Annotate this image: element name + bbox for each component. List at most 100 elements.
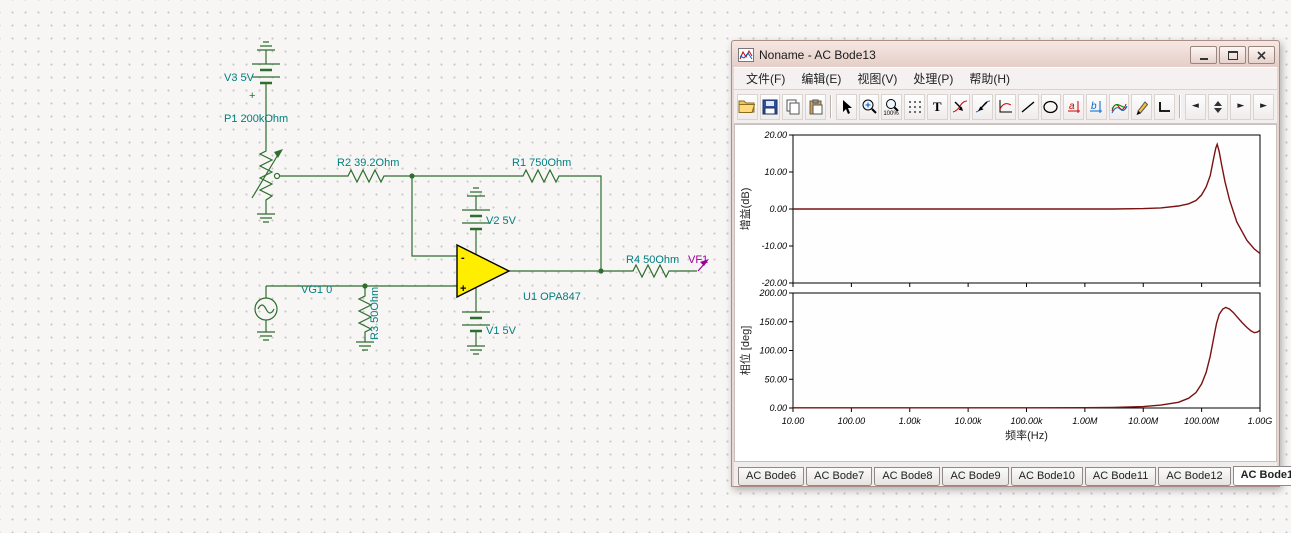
axes-icon (999, 99, 1013, 112)
probe-a-icon (953, 100, 968, 112)
junction-dot (362, 283, 368, 289)
spinner-icon (1214, 100, 1223, 113)
label-vg1: VG1 0 (301, 284, 332, 296)
axes-tool-button[interactable] (995, 93, 1016, 120)
annotation-pen-button[interactable] (1131, 93, 1153, 120)
svg-text:10.00: 10.00 (764, 167, 787, 177)
select-tool-button[interactable] (835, 93, 857, 120)
zoom-in-icon (862, 99, 877, 114)
resistor-r1[interactable] (520, 168, 562, 184)
resistor-r2[interactable] (345, 168, 387, 184)
prev-page-button[interactable]: ◄ (1184, 93, 1206, 120)
label-r2: R2 39.2Ohm (337, 157, 399, 169)
label-v1: V1 5V (486, 325, 517, 337)
circuit-schematic: - + V3 5V + P1 200kOhm R2 39.2Ohm R1 750… (224, 41, 709, 355)
chart-client-area: 20.00 10.00 0.00 -10.00 -20.00 增益(dB) 200.00 15… (734, 124, 1277, 462)
line-tool-icon (1021, 100, 1035, 113)
copy-button[interactable] (782, 93, 804, 120)
ellipse-tool-button[interactable] (1040, 93, 1062, 120)
opamp-minus-sign: - (461, 252, 465, 264)
svg-text:相位 [deg]: 相位 [deg] (738, 326, 752, 376)
curves-icon (1111, 103, 1128, 113)
cursor-a-button[interactable]: a (1063, 93, 1085, 120)
svg-text:100.00k: 100.00k (1010, 416, 1043, 426)
label-r1: R1 750Ohm (512, 157, 571, 169)
page-spinner[interactable] (1207, 93, 1229, 120)
svg-text:-10.00: -10.00 (761, 241, 787, 251)
potentiometer-p1[interactable] (251, 148, 283, 204)
last-page-button[interactable]: ► (1253, 93, 1274, 120)
close-button[interactable] (1248, 46, 1275, 64)
svg-text:10.00M: 10.00M (1128, 416, 1159, 426)
zoom-in-button[interactable] (858, 93, 880, 120)
svg-text:b: b (1091, 101, 1097, 112)
cursor-b-button[interactable]: b (1086, 93, 1107, 120)
battery-v1[interactable] (462, 288, 490, 346)
menu-view[interactable]: 视图(V) (849, 68, 905, 89)
label-v3: V3 5V (224, 72, 255, 84)
svg-text:20.00: 20.00 (763, 130, 787, 140)
resistor-r4[interactable] (630, 263, 672, 279)
svg-text:1.00M: 1.00M (1072, 416, 1098, 426)
open-icon (738, 100, 756, 113)
label-v2: V2 5V (486, 215, 517, 227)
ellipse-tool-icon (1043, 100, 1059, 113)
svg-text:100%: 100% (883, 111, 899, 116)
tab-ac-bode9[interactable]: AC Bode9 (942, 467, 1009, 486)
tab-ac-bode11[interactable]: AC Bode11 (1084, 467, 1157, 486)
menu-file[interactable]: 文件(F) (738, 68, 793, 89)
svg-text:1.00G: 1.00G (1248, 416, 1273, 426)
opamp-u1[interactable]: - + (456, 243, 511, 299)
grid-toggle-button[interactable] (904, 93, 925, 120)
probe-a-tool-button[interactable] (949, 93, 971, 120)
svg-text:10.00: 10.00 (782, 416, 805, 426)
text-tool-button[interactable]: T (926, 93, 948, 120)
probe-b-tool-button[interactable] (972, 93, 994, 120)
menu-help[interactable]: 帮助(H) (961, 68, 1018, 89)
tab-ac-bode7[interactable]: AC Bode7 (806, 467, 873, 486)
maximize-button[interactable] (1219, 46, 1246, 64)
next-page-button[interactable]: ► (1230, 93, 1252, 120)
generator-vg1[interactable] (254, 286, 278, 332)
tab-ac-bode12[interactable]: AC Bode12 (1158, 467, 1231, 486)
diagram-tab-bar: AC Bode6 AC Bode7 AC Bode8 AC Bode9 AC B… (734, 462, 1291, 486)
tab-ac-bode10[interactable]: AC Bode10 (1010, 467, 1083, 486)
menu-bar: 文件(F) 编辑(E) 视图(V) 处理(P) 帮助(H) (734, 67, 1277, 90)
label-r3: R3 50Ohm (369, 287, 381, 340)
tab-ac-bode13[interactable]: AC Bode13 (1232, 466, 1291, 486)
maximize-icon (1227, 50, 1238, 60)
save-icon (762, 99, 778, 114)
ground-symbol-v2-top (467, 187, 485, 210)
svg-text:100.00: 100.00 (759, 346, 787, 356)
cursor-a-icon: a (1067, 100, 1080, 113)
menu-process[interactable]: 处理(P) (905, 68, 961, 89)
battery-v3[interactable] (252, 63, 280, 148)
tab-ac-bode8[interactable]: AC Bode8 (874, 467, 941, 486)
label-r4: R4 50Ohm (626, 254, 679, 266)
opamp-plus-sign: + (460, 283, 466, 295)
minimize-button[interactable] (1190, 46, 1217, 64)
prev-arrow-icon: ◄ (1191, 101, 1199, 111)
zoom-100-icon: 100% (883, 98, 899, 116)
svg-text:增益(dB): 增益(dB) (738, 188, 752, 231)
save-button[interactable] (759, 93, 781, 120)
label-u1: U1 OPA847 (523, 291, 581, 303)
paste-icon (809, 99, 823, 114)
last-arrow-icon: ► (1260, 101, 1267, 111)
line-tool-button[interactable] (1017, 93, 1039, 120)
open-button[interactable] (737, 93, 758, 120)
ground-symbol-vg1 (257, 331, 275, 341)
curves-style-button[interactable] (1108, 93, 1130, 120)
svg-text:频率(Hz): 频率(Hz) (1005, 428, 1048, 442)
svg-text:100.00M: 100.00M (1184, 416, 1220, 426)
ground-symbol-v1 (467, 345, 485, 355)
tab-ac-bode6[interactable]: AC Bode6 (738, 467, 805, 486)
zoom-100-button[interactable]: 100% (881, 93, 903, 120)
svg-text:200.00: 200.00 (758, 288, 787, 298)
paste-button[interactable] (805, 93, 826, 120)
menu-edit[interactable]: 编辑(E) (793, 68, 849, 89)
ground-symbol-p1 (257, 204, 275, 223)
svg-text:a: a (1069, 101, 1075, 112)
corner-tool-button[interactable] (1154, 93, 1175, 120)
select-cursor-icon (843, 99, 853, 114)
